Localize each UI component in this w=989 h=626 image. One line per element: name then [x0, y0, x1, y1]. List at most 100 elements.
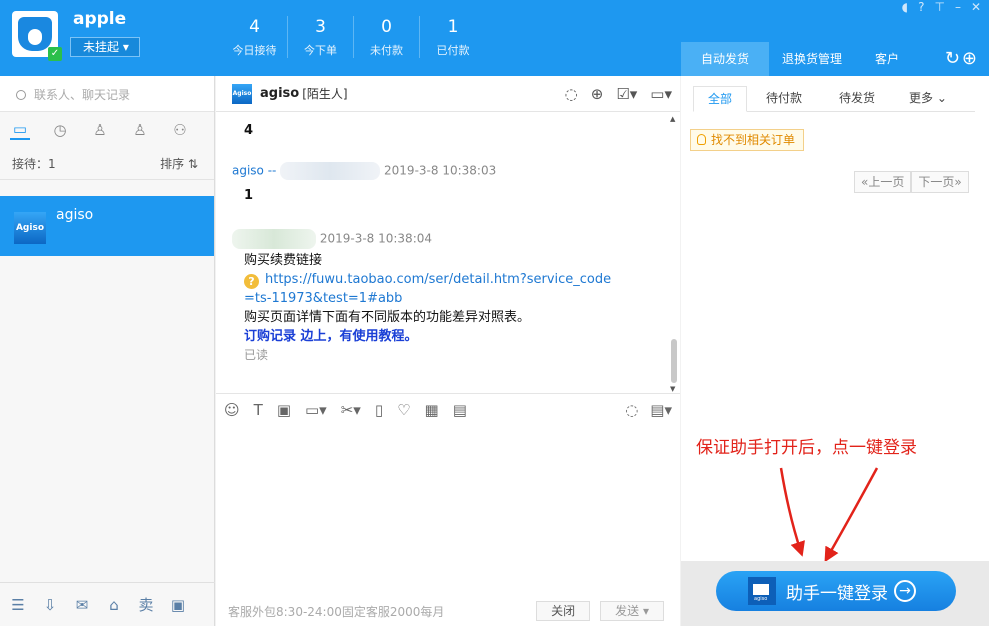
one-click-login-button[interactable]: 助手一键登录 →: [716, 571, 956, 611]
chat-bubble-icon[interactable]: ◌: [565, 85, 578, 103]
plugin-tabs: 自动发货 退换货管理 客户: [681, 42, 919, 76]
mail-icon[interactable]: ✉: [72, 596, 92, 614]
tab-customer[interactable]: 客户: [855, 42, 919, 76]
message-scrollbar[interactable]: ▲ ▼: [670, 113, 678, 393]
stat-value: 3: [315, 17, 326, 37]
login-label: 助手一键登录: [786, 583, 888, 604]
sort-label: 排序: [160, 157, 185, 171]
history-icon[interactable]: ▤▾: [650, 401, 672, 419]
sort-button[interactable]: 排序 ⇅: [160, 155, 198, 172]
close-button[interactable]: 关闭: [536, 601, 591, 621]
link-text[interactable]: https://fuwu.taobao.com/ser/detail.htm?s…: [265, 272, 611, 287]
scissors-icon[interactable]: ✂▾: [341, 401, 361, 419]
search-placeholder: 联系人、聊天记录: [34, 88, 131, 102]
stat-label: 已付款: [436, 44, 470, 57]
scroll-thumb[interactable]: [671, 339, 677, 383]
close-icon[interactable]: ✕: [971, 0, 981, 14]
user-avatar[interactable]: ✓: [12, 11, 62, 61]
stat-paid[interactable]: 1 已付款: [420, 16, 486, 58]
order-tabs: 全部 待付款 待发货 更多 ⌄: [693, 86, 975, 112]
calculator-icon[interactable]: ▦: [425, 401, 439, 419]
send-button[interactable]: 发送 ▾: [600, 601, 664, 621]
annotation-text: 保证助手打开后，点一键登录: [696, 438, 917, 458]
prev-page-button[interactable]: «上一页: [854, 171, 912, 193]
group-icon[interactable]: ♙: [130, 121, 150, 139]
search-input[interactable]: 联系人、聊天记录: [0, 76, 214, 112]
stat-unpaid[interactable]: 0 未付款: [354, 16, 420, 58]
tab-to-ship[interactable]: 待发货: [821, 86, 893, 111]
queue-count: 接待：1: [12, 157, 56, 171]
caret-down-icon: ▾: [642, 604, 649, 618]
scroll-up-icon[interactable]: ▲: [670, 115, 675, 123]
clock-icon[interactable]: ◷: [50, 121, 70, 139]
font-icon[interactable]: T: [254, 401, 263, 419]
org-chart-icon[interactable]: ⚇: [170, 121, 190, 139]
username: apple: [73, 9, 127, 29]
person-icon[interactable]: ♙: [90, 121, 110, 139]
status-dropdown[interactable]: 未挂起 ▾: [70, 37, 140, 57]
image-icon[interactable]: ▣: [277, 401, 291, 419]
menu-icon[interactable]: ☰: [8, 596, 28, 614]
minimize-icon[interactable]: –: [955, 0, 961, 14]
stat-value: 4: [249, 17, 260, 37]
quick-reply-icon[interactable]: ◌: [625, 401, 638, 419]
scroll-down-icon[interactable]: ▼: [670, 385, 675, 393]
download-icon[interactable]: ⇩: [40, 596, 60, 614]
sort-icon: ⇅: [187, 157, 198, 171]
stat-label: 今日接待: [232, 44, 277, 57]
read-status: 已读: [244, 348, 269, 362]
checklist-icon[interactable]: ☑▾: [616, 85, 637, 103]
arrow-right-circle-icon: →: [894, 580, 916, 602]
chat-header: Agiso agiso [陌生人] ◌ ⊕ ☑▾ ▭▾: [216, 76, 680, 112]
no-orders-text: 找不到相关订单: [711, 133, 796, 147]
vibrate-icon[interactable]: ▯: [375, 401, 383, 419]
search-icon: [16, 90, 26, 100]
help-icon[interactable]: ?: [918, 0, 924, 14]
sell-icon[interactable]: 卖: [136, 594, 156, 615]
tab-returns[interactable]: 退换货管理: [769, 42, 855, 76]
add-friend-icon[interactable]: ⊕: [591, 85, 604, 103]
pin-icon[interactable]: ⊤: [934, 0, 944, 14]
message-meta: agiso -- 2019-3-8 10:38:03: [232, 162, 670, 180]
reply-link[interactable]: ? https://fuwu.taobao.com/ser/detail.htm?…: [244, 270, 670, 289]
heart-icon[interactable]: ♡: [397, 401, 410, 419]
agiso-logo-icon: Agiso: [14, 212, 46, 244]
stat-today-reception[interactable]: 4 今日接待: [222, 16, 288, 58]
chat-bubble-icon[interactable]: ▭: [10, 120, 30, 140]
tab-all[interactable]: 全部: [693, 86, 747, 112]
folder-icon[interactable]: ▭▾: [305, 401, 327, 419]
chat-title: agiso: [260, 86, 300, 101]
no-orders-notice: 找不到相关订单: [690, 129, 805, 151]
chat-panel: Agiso agiso [陌生人] ◌ ⊕ ☑▾ ▭▾ 4 agiso -- 2…: [216, 76, 680, 626]
reply-line: 购买页面详情下面有不同版本的功能差异对照表。: [244, 310, 531, 325]
stat-value: 0: [381, 17, 392, 37]
next-page-button[interactable]: 下一页»: [911, 171, 969, 193]
tab-auto-delivery[interactable]: 自动发货: [681, 42, 769, 76]
queue-row: 接待：1 排序 ⇅: [0, 148, 214, 180]
video-icon[interactable]: ▭▾: [650, 85, 672, 103]
question-icon: ?: [244, 274, 259, 289]
tab-more[interactable]: 更多 ⌄: [893, 86, 963, 111]
order-panel: 全部 待付款 待发货 更多 ⌄ 找不到相关订单 «上一页 下一页» 保证助手打开…: [681, 76, 989, 626]
message-text: 1: [244, 188, 254, 203]
stat-today-orders[interactable]: 3 今下单: [288, 16, 354, 58]
message-text: 4: [244, 123, 254, 138]
stat-label: 未付款: [370, 44, 403, 57]
input-toolbar: ☺ T ▣ ▭▾ ✂▾ ▯ ♡ ▦ ▤ ◌ ▤▾: [216, 393, 680, 425]
more-label: 更多: [909, 91, 934, 105]
link-text-continued[interactable]: =ts-11973&test=1#abb: [244, 289, 670, 308]
refresh-icon[interactable]: ↻: [945, 48, 962, 69]
chat-footer: 客服外包8:30-24:00固定客服2000每月 关闭 发送 ▾: [216, 596, 680, 626]
clipboard-icon[interactable]: ▤: [453, 401, 467, 419]
window-icon[interactable]: ▣: [168, 596, 188, 614]
tab-unpaid[interactable]: 待付款: [747, 86, 821, 111]
top-bar: ✓ apple 未挂起 ▾ 4 今日接待 3 今下单 0 未付款 1 已付款 ◖ ? ⊤…: [0, 0, 989, 76]
emoji-icon[interactable]: ☺: [224, 401, 240, 419]
sound-icon[interactable]: ◖: [902, 0, 908, 14]
add-icon[interactable]: ⊕: [962, 48, 979, 69]
toolbar-right: ◌ ▤▾: [625, 401, 672, 419]
chevron-down-icon: ⌄: [936, 91, 947, 105]
contact-item[interactable]: Agiso agiso: [0, 196, 214, 256]
shop-icon[interactable]: ⌂: [104, 596, 124, 614]
chat-header-tools: ◌ ⊕ ☑▾ ▭▾: [565, 85, 672, 103]
